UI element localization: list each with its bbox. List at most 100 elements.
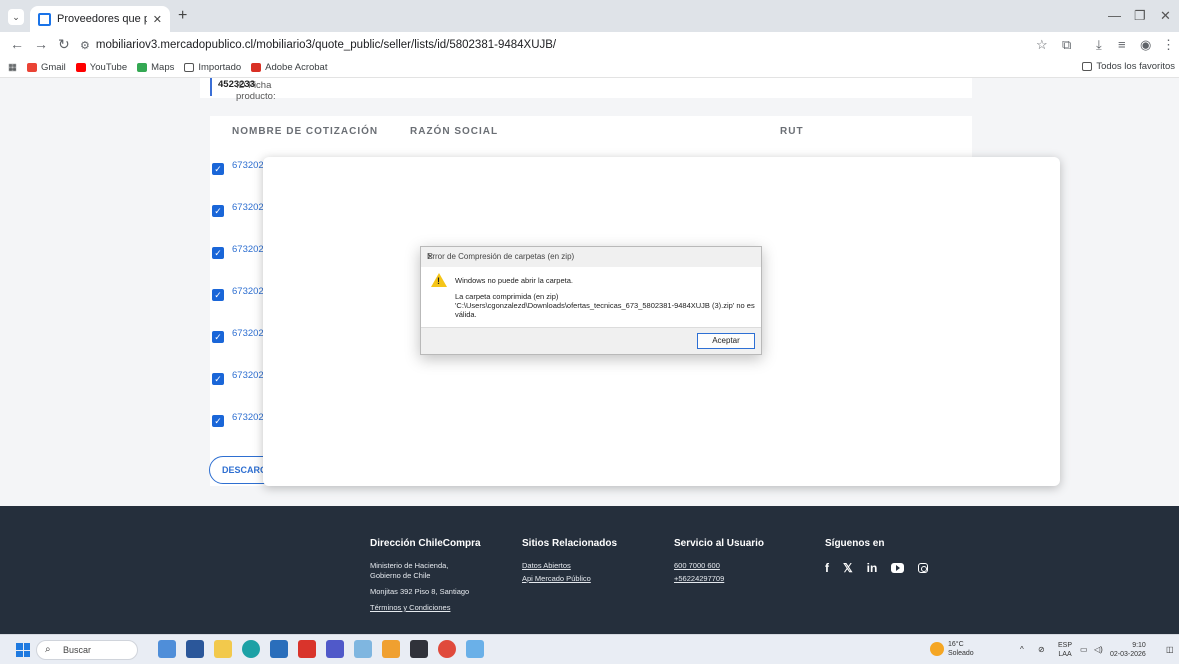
downloads-icon[interactable]: ⤓ bbox=[1096, 37, 1102, 53]
url-text: mobiliariov3.mercadopublico.cl/mobiliari… bbox=[95, 39, 557, 51]
file-explorer-icon[interactable] bbox=[214, 640, 232, 658]
bookmark-maps[interactable]: Maps bbox=[137, 62, 174, 73]
app-icon[interactable] bbox=[466, 640, 484, 658]
app-icon[interactable] bbox=[354, 640, 372, 658]
youtube-icon[interactable] bbox=[891, 563, 905, 573]
chevron-up-icon[interactable]: ^ bbox=[1020, 645, 1024, 654]
row-checkbox[interactable]: ✓ bbox=[212, 331, 224, 343]
dialog-detail: La carpeta comprimida (en zip) 'C:\Users… bbox=[455, 292, 755, 319]
bookmark-importado[interactable]: Importado bbox=[184, 62, 241, 73]
tab-close-icon[interactable]: ✕ bbox=[153, 13, 162, 26]
edge-icon[interactable] bbox=[242, 640, 260, 658]
red-app-icon[interactable] bbox=[298, 640, 316, 658]
windows-start-icon[interactable] bbox=[16, 643, 30, 657]
row-checkbox[interactable]: ✓ bbox=[212, 163, 224, 175]
row-checkbox[interactable]: ✓ bbox=[212, 289, 224, 301]
browser-tab-strip: ⌄ Proveedores que participaron e ✕ + — ❐… bbox=[0, 0, 1179, 32]
extensions-icon[interactable]: ⧉ bbox=[1062, 37, 1071, 53]
dialog-close-icon[interactable]: ✕ bbox=[427, 252, 753, 261]
maps-icon bbox=[137, 63, 148, 72]
bookmark-adobe[interactable]: Adobe Acrobat bbox=[251, 62, 327, 73]
all-bookmarks[interactable]: Todos los favoritos bbox=[1082, 61, 1175, 72]
reading-list-icon[interactable]: ≡ bbox=[1118, 37, 1126, 52]
table-row: ✓ 6732026 bbox=[210, 368, 270, 388]
instagram-icon[interactable] bbox=[918, 563, 929, 573]
app-icon[interactable] bbox=[410, 640, 428, 658]
weather-widget[interactable]: 16°C Soleado bbox=[930, 640, 974, 658]
network-icon[interactable]: ⊘ bbox=[1038, 645, 1045, 654]
tab-title: Proveedores que participaron e bbox=[57, 13, 147, 25]
tab-search-button[interactable]: ⌄ bbox=[8, 9, 24, 25]
bookmark-gmail[interactable]: Gmail bbox=[26, 62, 66, 73]
restore-icon[interactable]: ❐ bbox=[1134, 8, 1146, 24]
accept-button[interactable]: Aceptar bbox=[697, 333, 755, 349]
menu-icon[interactable]: ⋮ bbox=[1162, 37, 1175, 53]
product-card: ID Ficha producto: 4523233 bbox=[200, 78, 972, 102]
table-row: ✓ 6732026 bbox=[210, 158, 270, 178]
teams-icon[interactable] bbox=[326, 640, 344, 658]
bookmark-star-icon[interactable]: ☆ bbox=[1036, 37, 1048, 53]
app-icon[interactable] bbox=[382, 640, 400, 658]
minimize-icon[interactable]: — bbox=[1108, 8, 1121, 23]
dialog-body: Windows no puede abrir la carpeta. La ca… bbox=[455, 276, 755, 326]
forward-icon[interactable]: → bbox=[34, 36, 48, 52]
phone-link[interactable]: 600 7000 600 bbox=[674, 561, 764, 571]
browser-tab[interactable]: Proveedores que participaron e ✕ bbox=[30, 6, 170, 32]
task-view-icon[interactable] bbox=[186, 640, 204, 658]
reload-icon[interactable]: ↻ bbox=[58, 36, 70, 53]
site-footer: Dirección ChileCompra Ministerio de Haci… bbox=[0, 506, 1179, 634]
taskbar-apps bbox=[158, 640, 484, 658]
dialog-footer: Aceptar bbox=[421, 327, 761, 354]
youtube-icon bbox=[75, 63, 86, 72]
dialog-titlebar: Error de Compresión de carpetas (en zip)… bbox=[421, 247, 761, 267]
column-header-rut: RUT bbox=[780, 126, 804, 137]
open-data-link[interactable]: Datos Abiertos bbox=[522, 561, 617, 571]
display-icon[interactable]: ▭ bbox=[1080, 645, 1088, 654]
footer-col-social: Síguenos en f 𝕏 in bbox=[825, 538, 929, 575]
zip-error-dialog: Error de Compresión de carpetas (en zip)… bbox=[420, 246, 762, 355]
volume-icon[interactable]: ◁) bbox=[1094, 645, 1103, 654]
linkedin-icon[interactable]: in bbox=[867, 561, 878, 575]
row-checkbox[interactable]: ✓ bbox=[212, 247, 224, 259]
taskbar: ⌕ Buscar 16°C Soleado ^ ⊘ ESP LAA ▭ ◁) 9… bbox=[0, 634, 1179, 664]
column-header-company: RAZÓN SOCIAL bbox=[410, 126, 499, 137]
folder-icon bbox=[1082, 62, 1093, 71]
sun-icon bbox=[930, 642, 944, 656]
phone-link-2[interactable]: +56224297709 bbox=[674, 574, 764, 584]
footer-col-chilecompra: Dirección ChileCompra Ministerio de Haci… bbox=[370, 538, 481, 613]
api-link[interactable]: Api Mercado Público bbox=[522, 574, 617, 584]
row-checkbox[interactable]: ✓ bbox=[212, 415, 224, 427]
footer-col-service: Servicio al Usuario 600 7000 600 +562242… bbox=[674, 538, 765, 584]
bookmark-youtube[interactable]: YouTube bbox=[75, 62, 127, 73]
back-icon[interactable]: ← bbox=[10, 36, 24, 52]
row-checkbox[interactable]: ✓ bbox=[212, 373, 224, 385]
table-row: ✓ 6732026 bbox=[210, 284, 270, 304]
product-id: ID Ficha producto: 4523233 bbox=[218, 79, 276, 102]
chrome-icon[interactable] bbox=[438, 640, 456, 658]
bookmarks-bar: ▦ Gmail YouTube Maps Importado Adobe Acr… bbox=[0, 58, 1179, 78]
widgets-app-icon[interactable] bbox=[158, 640, 176, 658]
apps-icon[interactable]: ▦ bbox=[8, 62, 17, 73]
clock[interactable]: 9:10 02-03-2026 bbox=[1110, 641, 1146, 659]
outlook-icon[interactable] bbox=[270, 640, 288, 658]
site-info-icon[interactable]: ⚙ bbox=[80, 39, 90, 52]
column-header-name: NOMBRE DE COTIZACIÓN bbox=[232, 126, 379, 137]
terms-link[interactable]: Términos y Condiciones bbox=[370, 603, 481, 613]
close-window-icon[interactable]: ✕ bbox=[1160, 8, 1171, 24]
folder-icon bbox=[184, 63, 195, 72]
dialog-message: Windows no puede abrir la carpeta. bbox=[455, 276, 573, 285]
row-checkbox[interactable]: ✓ bbox=[212, 205, 224, 217]
facebook-icon[interactable]: f bbox=[825, 561, 829, 575]
new-tab-button[interactable]: + bbox=[178, 7, 187, 25]
taskbar-search[interactable]: ⌕ Buscar bbox=[36, 640, 138, 660]
address-bar[interactable]: ⚙ mobiliariov3.mercadopublico.cl/mobilia… bbox=[80, 35, 1020, 55]
footer-col-related: Sitios Relacionados Datos Abiertos Api M… bbox=[522, 538, 618, 584]
table-row: ✓ 6732026 bbox=[210, 200, 270, 220]
gmail-icon bbox=[26, 63, 37, 72]
adobe-acrobat-icon bbox=[251, 63, 262, 72]
profile-icon[interactable]: ◉ bbox=[1140, 37, 1151, 53]
twitter-icon[interactable]: 𝕏 bbox=[843, 561, 853, 575]
language-indicator[interactable]: ESP LAA bbox=[1058, 641, 1072, 659]
browser-toolbar: ← → ↻ ⚙ mobiliariov3.mercadopublico.cl/m… bbox=[0, 32, 1179, 58]
notifications-icon[interactable]: ◫ bbox=[1166, 645, 1174, 654]
